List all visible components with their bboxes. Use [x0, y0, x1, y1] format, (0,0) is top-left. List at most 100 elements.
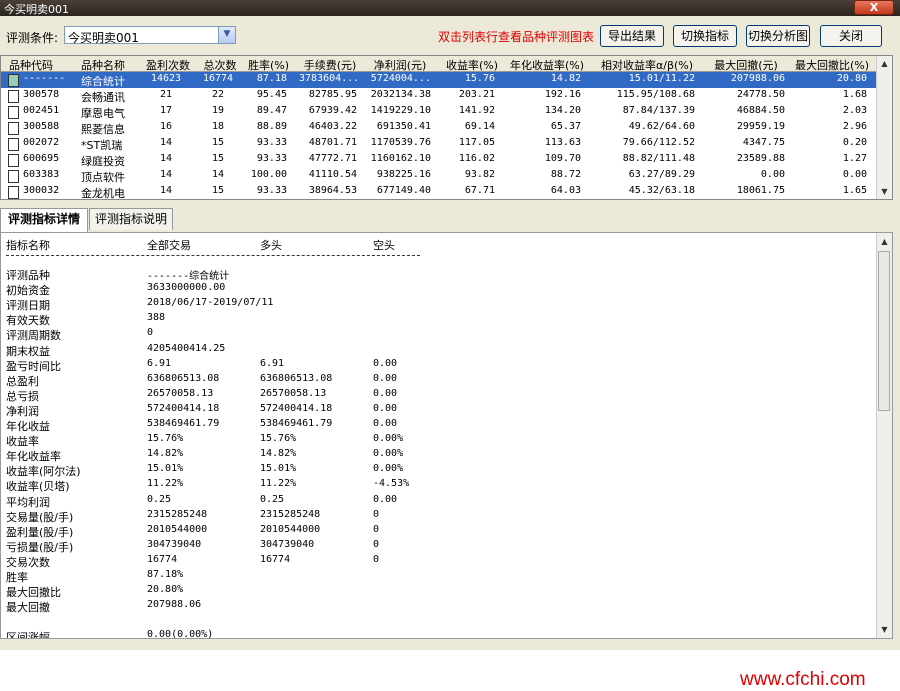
document-icon — [8, 138, 19, 151]
detail-cell: 盈亏时间比 — [6, 359, 61, 373]
table-cell: 20.80 — [836, 73, 867, 84]
detail-cell: 评测日期 — [6, 299, 50, 313]
detail-row: 评测日期 2018/06/17-2019/07/11 — [6, 297, 866, 312]
table-cell: 87.84/137.39 — [622, 105, 695, 116]
detail-row: 年化收益率 14.82% 14.82% 0.00% — [6, 448, 866, 463]
switch-analysis-button[interactable]: 切换分析图 — [746, 25, 810, 47]
detail-cell: 交易量(股/手) — [6, 510, 74, 524]
detail-cell: 207988.06 — [147, 599, 202, 611]
column-header[interactable]: 品种名称 — [81, 57, 139, 73]
detail-cell: 636806513.08 — [260, 372, 333, 384]
switch-indicator-button[interactable]: 切换指标 — [673, 25, 737, 47]
column-header[interactable]: 总次数 — [195, 57, 245, 73]
column-header[interactable]: 收益率(%) — [445, 57, 499, 73]
detail-cell: 0 — [373, 508, 380, 520]
detail-cell: 收益率 — [6, 435, 39, 449]
table-row[interactable]: 603383 顶点软件 14 14 100.00 41110.54 938225.16 93.… — [1, 168, 878, 184]
table-cell: 93.82 — [464, 169, 495, 180]
detail-cell: 572400414.18 — [260, 402, 333, 414]
chevron-down-icon[interactable]: ▼ — [218, 27, 235, 43]
table-cell: 0.00 — [760, 169, 785, 180]
table-row[interactable]: 300578 会畅通讯 21 22 95.45 82785.95 2032134.38 203… — [1, 88, 878, 104]
column-header[interactable]: 手续费(元) — [299, 57, 361, 73]
tab-detail[interactable]: 评测指标详情 — [0, 208, 88, 232]
detail-row: 平均利润 0.25 0.25 0.00 — [6, 494, 866, 509]
scroll-down-icon[interactable]: ▼ — [878, 623, 891, 636]
table-cell: 16774 — [202, 73, 234, 84]
table-cell: 4347.75 — [742, 137, 785, 148]
table-cell: 46403.22 — [308, 121, 357, 132]
export-button[interactable]: 导出结果 — [600, 25, 664, 47]
detail-cell: 16774 — [147, 553, 178, 565]
column-header[interactable]: 胜率(%) — [246, 57, 291, 73]
table-cell: 938225.16 — [376, 169, 431, 180]
column-header[interactable]: 净利润(元) — [365, 57, 435, 73]
column-header[interactable]: 最大回撤比(%) — [793, 57, 871, 73]
table-cell: 300578 — [23, 89, 60, 100]
close-button[interactable]: 关闭 — [820, 25, 882, 47]
table-row[interactable]: 002072 *ST凯瑞 14 15 93.33 48701.71 1170539.76 11… — [1, 136, 878, 152]
table-cell: 2032134.38 — [370, 89, 431, 100]
detail-header-name: 指标名称 — [6, 239, 50, 252]
detail-row: 收益率 15.76% 15.76% 0.00% — [6, 433, 866, 448]
detail-header-short: 空头 — [373, 239, 395, 252]
scroll-thumb[interactable] — [878, 251, 890, 411]
table-cell: 67.71 — [464, 185, 495, 196]
detail-row: 胜率 87.18% — [6, 569, 866, 584]
window-close-button[interactable]: X — [854, 0, 894, 15]
column-header[interactable]: 年化收益率(%) — [509, 57, 585, 73]
table-cell: 600695 — [23, 153, 60, 164]
table-row[interactable]: 002451 摩恩电气 17 19 89.47 67939.42 1419229.10 141… — [1, 104, 878, 120]
column-header[interactable]: 相对收益率α/β(%) — [595, 57, 699, 73]
detail-cell: 0.00 — [373, 387, 398, 399]
detail-cell: 年化收益率 — [6, 450, 61, 464]
scroll-up-icon[interactable]: ▲ — [878, 235, 891, 248]
detail-scrollbar[interactable]: ▲ ▼ — [876, 233, 892, 638]
table-cell: 88.89 — [256, 121, 287, 132]
table-row[interactable]: 300032 金龙机电 14 15 93.33 38964.53 677149.40 67.7… — [1, 184, 878, 199]
detail-cell: 有效天数 — [6, 314, 50, 328]
column-header[interactable]: 最大回撤(元) — [703, 57, 789, 73]
table-cell: 14 — [159, 169, 173, 180]
detail-cell: 0.00% — [373, 433, 404, 445]
scroll-up-icon[interactable]: ▲ — [878, 57, 891, 70]
table-cell: 41110.54 — [308, 169, 357, 180]
watermark-text: www.cfchi.com — [740, 669, 866, 690]
table-cell: 46884.50 — [736, 105, 785, 116]
table-cell: 5724004... — [370, 73, 431, 84]
table-cell: 14.82 — [550, 73, 581, 84]
detail-row: 亏损量(股/手) 304739040 304739040 0 — [6, 539, 866, 554]
table-cell: 顶点软件 — [81, 171, 125, 184]
table-cell: 2.96 — [842, 121, 867, 132]
detail-cell: 26570058.13 — [260, 387, 327, 399]
condition-select[interactable]: 今买明卖001 ▼ — [64, 26, 236, 45]
detail-cell: 2010544000 — [147, 523, 208, 535]
scroll-down-icon[interactable]: ▼ — [878, 185, 891, 198]
toolbar: 评测条件: 今买明卖001 ▼ 双击列表行查看品种评测图表 导出结果 切换指标 … — [0, 16, 900, 54]
table-scrollbar[interactable]: ▲ ▼ — [876, 56, 892, 199]
table-cell: 15.01/11.22 — [628, 73, 695, 84]
table-cell: 0.20 — [842, 137, 867, 148]
tab-explain[interactable]: 评测指标说明 — [89, 208, 173, 230]
tab-strip: 评测指标详情 评测指标说明 — [0, 208, 893, 232]
column-header[interactable]: 盈利次数 — [141, 57, 195, 73]
document-icon — [8, 122, 19, 135]
detail-cell: 6.91 — [147, 357, 172, 369]
column-header[interactable]: 品种代码 — [9, 57, 75, 73]
detail-row: 年化收益 538469461.79 538469461.79 0.00 — [6, 418, 866, 433]
document-icon — [8, 154, 19, 167]
divider — [6, 255, 420, 256]
table-cell: 15.76 — [464, 73, 495, 84]
table-cell: 16 — [159, 121, 173, 132]
table-row[interactable]: 600695 绿庭投资 14 15 93.33 47772.71 1160162.10 116… — [1, 152, 878, 168]
table-cell: 141.92 — [458, 105, 495, 116]
table-cell: 21 — [159, 89, 173, 100]
detail-row: 最大回撤比 20.80% — [6, 584, 866, 599]
detail-cell: 收益率(阿尔法) — [6, 465, 81, 479]
table-cell: 113.63 — [544, 137, 581, 148]
table-cell: 65.37 — [550, 121, 581, 132]
table-row[interactable]: 300588 熙菱信息 16 18 88.89 46403.22 691350.41 69.1… — [1, 120, 878, 136]
table-cell: 38964.53 — [308, 185, 357, 196]
table-row[interactable]: ------- 综合统计 14623 16774 87.18 3783604... 5724… — [1, 72, 878, 88]
detail-row: 期末权益 4205400414.25 — [6, 343, 866, 358]
